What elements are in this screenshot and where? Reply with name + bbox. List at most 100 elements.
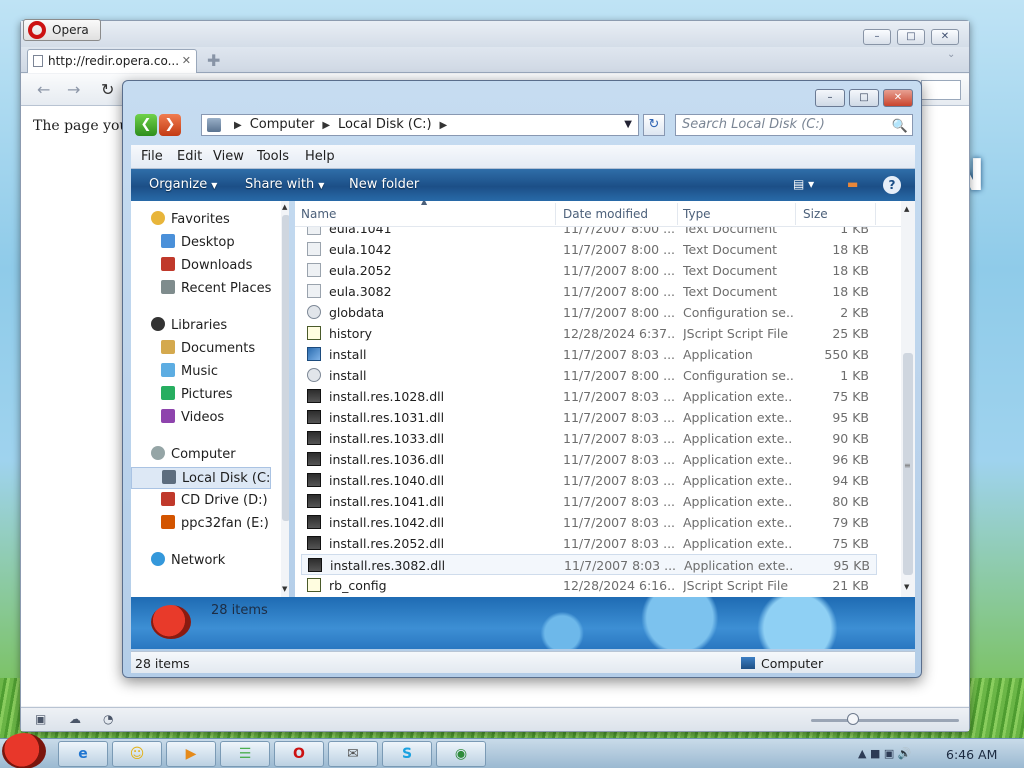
nav-item-computer[interactable]: Computer <box>131 444 271 466</box>
file-row[interactable]: install.res.1028.dll 11/7/2007 8:03 ... Ap… <box>301 386 877 407</box>
column-type[interactable]: Type <box>683 207 711 221</box>
share-with-button[interactable]: Share with ▼ <box>245 177 324 192</box>
change-view-icon[interactable]: ▤ ▾ <box>793 177 814 191</box>
help-icon[interactable]: ? <box>883 176 901 194</box>
breadcrumb-separator-icon[interactable]: ▶ <box>322 120 330 131</box>
taskbar-button-media-player[interactable]: ▶ <box>166 741 216 767</box>
column-date-modified[interactable]: Date modified <box>563 207 648 221</box>
nav-item-recent-places[interactable]: Recent Places <box>131 278 271 300</box>
file-row[interactable]: eula.1042 11/7/2007 8:00 ... Text Document… <box>301 239 877 260</box>
taskbar-button-chat[interactable]: ✉ <box>328 741 378 767</box>
scroll-down-icon[interactable]: ▼ <box>282 585 287 593</box>
file-row[interactable]: install 11/7/2007 8:00 ... Configuration s… <box>301 365 877 386</box>
column-divider[interactable] <box>795 203 796 225</box>
nav-item-local-disk-c[interactable]: Local Disk (C:) <box>131 467 271 489</box>
tray-icons[interactable]: ▲ ■ ▣ 🔊 <box>858 747 911 760</box>
nav-item-pictures[interactable]: Pictures <box>131 384 271 406</box>
file-row[interactable]: install.res.1041.dll 11/7/2007 8:03 ... Ap… <box>301 491 877 512</box>
menu-view[interactable]: View <box>213 149 244 164</box>
menu-edit[interactable]: Edit <box>177 149 202 164</box>
clock[interactable]: 6:46 AM <box>946 747 997 762</box>
scroll-up-icon[interactable]: ▲ <box>904 205 909 213</box>
file-row[interactable]: install.res.1031.dll 11/7/2007 8:03 ... Ap… <box>301 407 877 428</box>
refresh-button[interactable]: ↻ <box>643 114 665 136</box>
explorer-minimize-button[interactable]: – <box>815 89 845 107</box>
nav-item-videos[interactable]: Videos <box>131 407 271 429</box>
opera-maximize-button[interactable]: □ <box>897 29 925 45</box>
nav-item-music[interactable]: Music <box>131 361 271 383</box>
file-scrollbar[interactable]: ▲ ≡ ▼ <box>901 201 915 597</box>
scroll-up-icon[interactable]: ▲ <box>282 203 287 211</box>
file-row[interactable]: install.res.1036.dll 11/7/2007 8:03 ... Ap… <box>301 449 877 470</box>
column-name[interactable]: Name <box>301 207 336 221</box>
nav-item-favorites[interactable]: Favorites <box>131 209 271 231</box>
opera-menu-button[interactable]: Opera <box>23 19 101 41</box>
opera-close-button[interactable]: ✕ <box>931 29 959 45</box>
nav-item-network[interactable]: Network <box>131 550 271 572</box>
menu-file[interactable]: File <box>141 149 163 164</box>
nav-scrollbar[interactable]: ▲ ▼ <box>281 201 289 597</box>
scroll-down-icon[interactable]: ▼ <box>904 583 909 591</box>
nav-item-ppc32fan-e[interactable]: ppc32fan (E:) <box>131 513 271 535</box>
file-row[interactable]: install.res.1042.dll 11/7/2007 8:03 ... Ap… <box>301 512 877 533</box>
opera-minimize-button[interactable]: – <box>863 29 891 45</box>
file-row[interactable]: history 12/28/2024 6:37... JScript Script … <box>301 323 877 344</box>
back-icon[interactable]: ← <box>37 80 50 99</box>
column-divider[interactable] <box>677 203 678 225</box>
forward-button[interactable]: ❯ <box>159 114 181 136</box>
breadcrumb-local-disk[interactable]: Local Disk (C:) <box>338 117 431 132</box>
breadcrumb-separator-icon[interactable]: ▶ <box>234 120 242 131</box>
file-row[interactable]: install.res.1033.dll 11/7/2007 8:03 ... Ap… <box>301 428 877 449</box>
reload-icon[interactable]: ↻ <box>101 80 114 99</box>
nav-item-downloads[interactable]: Downloads <box>131 255 271 277</box>
taskbar-button-network-app[interactable]: ◉ <box>436 741 486 767</box>
file-row[interactable]: rb_config 12/28/2024 6:16... JScript Scrip… <box>301 575 877 596</box>
breadcrumb-separator-icon[interactable]: ▶ <box>440 120 448 131</box>
file-row[interactable]: install.res.2052.dll 11/7/2007 8:03 ... Ap… <box>301 533 877 554</box>
search-icon[interactable]: 🔍 <box>892 117 908 137</box>
column-divider[interactable] <box>555 203 556 225</box>
search-input[interactable]: Search Local Disk (C:) 🔍 <box>675 114 913 136</box>
menu-tools[interactable]: Tools <box>257 149 289 164</box>
file-row[interactable]: install 11/7/2007 8:03 ... Application 550 … <box>301 344 877 365</box>
taskbar-button-ie[interactable]: e <box>58 741 108 767</box>
taskbar-button-opera[interactable]: O <box>274 741 324 767</box>
file-row[interactable]: install.res.1040.dll 11/7/2007 8:03 ... Ap… <box>301 470 877 491</box>
file-row[interactable]: eula.3082 11/7/2007 8:00 ... Text Document… <box>301 281 877 302</box>
preview-pane-icon[interactable]: ▬ <box>847 177 858 191</box>
nav-item-cd-drive-d-ar[interactable]: CD Drive (D:) Ar <box>131 490 271 512</box>
new-tab-icon[interactable]: ✚ <box>207 51 220 70</box>
nav-item-desktop[interactable]: Desktop <box>131 232 271 254</box>
column-divider[interactable] <box>875 203 876 225</box>
back-button[interactable]: ❮ <box>135 114 157 136</box>
explorer-close-button[interactable]: ✕ <box>883 89 913 107</box>
cloud-icon[interactable]: ☁ <box>69 712 81 726</box>
organize-button[interactable]: Organize ▼ <box>149 177 217 192</box>
file-row[interactable]: eula.2052 11/7/2007 8:00 ... Text Document… <box>301 260 877 281</box>
opera-tab[interactable]: http://redir.opera.co... ✕ <box>27 49 197 73</box>
zoom-slider-handle[interactable] <box>847 713 859 725</box>
zoom-slider-track[interactable] <box>811 719 959 722</box>
explorer-maximize-button[interactable]: □ <box>849 89 879 107</box>
nav-item-libraries[interactable]: Libraries <box>131 315 271 337</box>
taskbar-button-file-manager[interactable]: ☰ <box>220 741 270 767</box>
panel-toggle-icon[interactable]: ▣ <box>35 712 46 726</box>
file-row[interactable]: globdata 11/7/2007 8:00 ... Configuration … <box>301 302 877 323</box>
new-folder-button[interactable]: New folder <box>349 177 419 192</box>
taskbar-button-explorer[interactable]: ☺ <box>112 741 162 767</box>
address-breadcrumb[interactable]: ▶ Computer ▶ Local Disk (C:) ▶ ▼ <box>201 114 639 136</box>
close-tab-icon[interactable]: ✕ <box>182 54 191 67</box>
speed-dial-icon[interactable]: ◔ <box>103 712 113 726</box>
tab-list-icon[interactable]: ⌄ <box>947 49 955 60</box>
nav-item-documents[interactable]: Documents <box>131 338 271 360</box>
address-field[interactable] <box>921 80 961 100</box>
taskbar-button-skype[interactable]: S <box>382 741 432 767</box>
file-row[interactable]: install.res.3082.dll 11/7/2007 8:03 ... Ap… <box>301 554 877 575</box>
forward-icon[interactable]: → <box>67 80 80 99</box>
column-size[interactable]: Size <box>803 207 828 221</box>
breadcrumb-computer[interactable]: Computer <box>250 117 315 132</box>
start-button[interactable] <box>2 733 46 768</box>
address-dropdown-icon[interactable]: ▼ <box>624 115 632 135</box>
menu-help[interactable]: Help <box>305 149 335 164</box>
nav-scrollbar-thumb[interactable] <box>282 215 289 521</box>
